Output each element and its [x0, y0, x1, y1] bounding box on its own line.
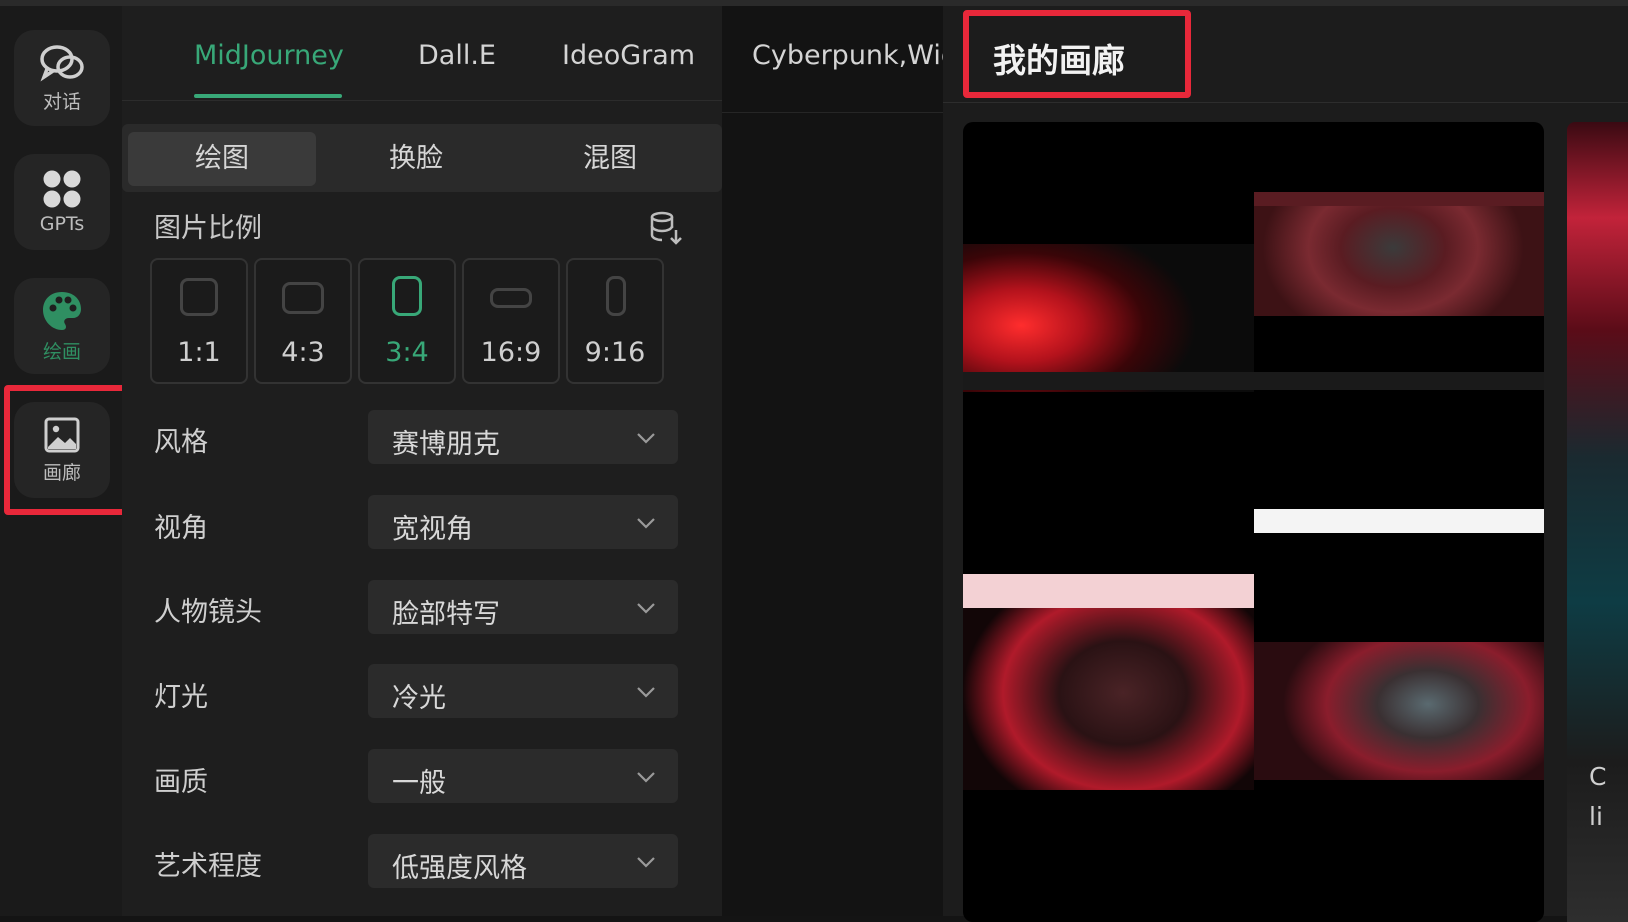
- style-select[interactable]: 赛博朋克: [368, 410, 678, 464]
- highlight-box-gallery-title: [963, 10, 1191, 98]
- chevron-down-icon: [637, 433, 655, 444]
- prompt-preset-column: Cyberpunk,Wic: [722, 6, 956, 916]
- gallery-card[interactable]: [963, 122, 1544, 922]
- chevron-down-icon: [637, 518, 655, 529]
- quality-select[interactable]: 一般: [368, 749, 678, 803]
- mode-tab-draw[interactable]: 绘图: [128, 132, 316, 186]
- lighting-select[interactable]: 冷光: [368, 664, 678, 718]
- ratio-option-4-3[interactable]: 4:3: [254, 258, 352, 384]
- gallery-image[interactable]: [1254, 192, 1544, 316]
- chevron-down-icon: [637, 857, 655, 868]
- tab-dalle[interactable]: Dall.E: [418, 40, 496, 71]
- rail-label-chat: 对话: [42, 90, 81, 113]
- chevron-down-icon: [637, 687, 655, 698]
- shot-value: 脸部特写: [392, 599, 500, 630]
- view-angle-select[interactable]: 宽视角: [368, 495, 678, 549]
- aspect-ratio-title: 图片比例: [154, 213, 262, 244]
- art-level-value: 低强度风格: [392, 853, 527, 884]
- shot-label: 人物镜头: [154, 597, 262, 628]
- rail-item-chat[interactable]: 对话: [14, 30, 110, 126]
- style-label: 风格: [154, 427, 208, 458]
- rail-label-gpts: GPTs: [39, 213, 85, 235]
- art-level-select[interactable]: 低强度风格: [368, 834, 678, 888]
- ratio-label: 4:3: [281, 337, 325, 368]
- draw-settings-panel: MidJourney Dall.E IdeoGram 绘图 换脸 混图 图片比例…: [122, 6, 722, 916]
- image-caption-strip: [1254, 509, 1544, 533]
- gallery-image[interactable]: [963, 244, 1254, 392]
- grid-apps-icon: [43, 170, 81, 208]
- tab-midjourney[interactable]: MidJourney: [194, 40, 344, 71]
- chevron-down-icon: [637, 603, 655, 614]
- tab-ideogram[interactable]: IdeoGram: [562, 40, 695, 71]
- shot-select[interactable]: 脸部特写: [368, 580, 678, 634]
- view-angle-label: 视角: [154, 513, 208, 544]
- divider: [722, 112, 943, 113]
- divider: [943, 102, 1628, 103]
- image-caption-strip: [963, 372, 1544, 390]
- quality-value: 一般: [392, 768, 446, 799]
- lighting-label: 灯光: [154, 682, 208, 713]
- ratio-label: 3:4: [385, 337, 429, 368]
- ratio-label: 16:9: [480, 337, 542, 368]
- style-value: 赛博朋克: [392, 429, 500, 460]
- ratio-label: 9:16: [584, 337, 646, 368]
- palette-icon: [43, 291, 81, 330]
- tab-cyberpunk[interactable]: Cyberpunk,Wic: [752, 40, 956, 71]
- mode-switcher: 绘图 换脸 混图: [122, 124, 722, 192]
- gallery-card-partial[interactable]: C li: [1567, 122, 1628, 922]
- ratio-option-16-9[interactable]: 16:9: [462, 258, 560, 384]
- ratio-option-9-16[interactable]: 9:16: [566, 258, 664, 384]
- rail-item-draw[interactable]: 绘画: [14, 278, 110, 374]
- ratio-option-1-1[interactable]: 1:1: [150, 258, 248, 384]
- image-caption-strip: [1254, 192, 1544, 206]
- active-tab-indicator: [194, 94, 342, 98]
- gallery-image[interactable]: [1254, 642, 1544, 780]
- model-tabs: MidJourney Dall.E IdeoGram: [122, 6, 722, 101]
- chat-bubbles-icon: [40, 44, 84, 81]
- rail-item-gpts[interactable]: GPTs: [14, 154, 110, 250]
- view-angle-value: 宽视角: [392, 514, 473, 545]
- ratio-option-3-4[interactable]: 3:4: [358, 258, 456, 384]
- gallery-panel: 我的画廊 C li: [943, 6, 1628, 922]
- database-download-icon[interactable]: [648, 210, 684, 246]
- side-card-text: li: [1589, 802, 1603, 831]
- mode-tab-blend[interactable]: 混图: [516, 132, 704, 186]
- chevron-down-icon: [637, 772, 655, 783]
- image-caption-strip: [963, 574, 1254, 608]
- lighting-value: 冷光: [392, 683, 446, 714]
- mode-tab-faceswap[interactable]: 换脸: [322, 132, 510, 186]
- side-card-text: C: [1589, 762, 1607, 791]
- quality-label: 画质: [154, 767, 208, 798]
- rail-label-draw: 绘画: [42, 340, 81, 363]
- art-level-label: 艺术程度: [154, 851, 262, 882]
- ratio-label: 1:1: [177, 337, 221, 368]
